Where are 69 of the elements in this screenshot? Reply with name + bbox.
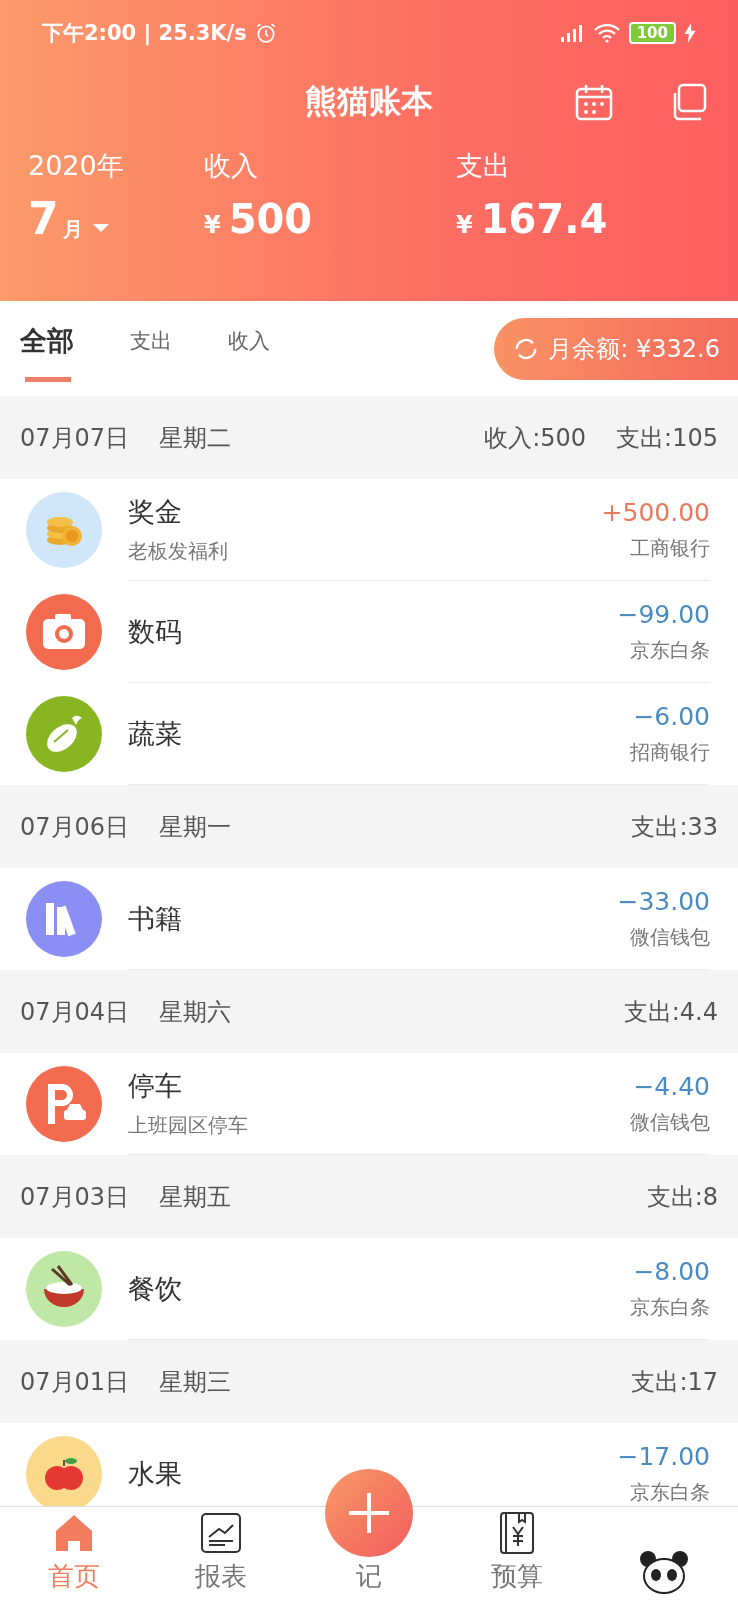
account-name: 京东白条 [630,1478,710,1506]
day-weekday: 星期五 [159,1181,232,1213]
day-date: 07月03日 [20,1181,130,1213]
account-name: 招商银行 [630,738,710,766]
day-total: 支出:8 [646,1181,718,1213]
summary-amount: ¥ 167.4 [456,195,609,244]
alarm-icon [254,22,277,44]
summary-label: 支出 [456,149,511,183]
nav-tab[interactable]: 报表 [147,1507,296,1600]
filter-tab[interactable]: 收入 [228,319,282,378]
filter-tab[interactable]: 支出 [130,319,184,378]
parking-icon [26,1066,102,1142]
entry-amount: −6.00 [633,701,710,731]
day-total: 收入:500 [484,422,587,454]
year-label: 2020年 [28,149,125,183]
summary-label: 收入 [204,149,259,183]
app-title: 熊猫账本 [305,81,433,122]
battery-indicator: 100 [628,22,676,44]
vegetable-icon [26,696,102,772]
category-name: 书籍 [128,901,182,936]
wifi-icon [592,22,621,44]
day-weekday: 星期六 [159,996,232,1028]
account-name: 京东白条 [630,1293,710,1321]
account-name: 微信钱包 [630,1108,710,1136]
account-name: 微信钱包 [630,923,710,951]
charging-icon [684,23,696,43]
day-total: 支出:105 [616,422,718,454]
nav-tab[interactable]: 预算 [442,1507,591,1600]
filter-tab[interactable]: 全部 [20,315,86,382]
day-total: 支出:4.4 [623,996,718,1028]
day-date: 07月06日 [20,811,130,843]
calendar-icon[interactable] [574,82,614,122]
day-weekday: 星期三 [159,1366,232,1398]
caret-icon [92,224,109,232]
day-date: 07月01日 [20,1366,130,1398]
entry-note: 老板发福利 [128,538,228,565]
chart-icon [199,1511,244,1555]
camera-icon [26,594,102,670]
status-time: 下午2:00 | 25.3K/s [42,20,247,47]
balance-text: 月余额: ¥332.6 [548,333,720,365]
account-name: 工商银行 [630,534,710,562]
books-icon [26,881,102,957]
panda-icon [639,1550,690,1594]
add-entry-button[interactable]: 记 [295,1465,443,1600]
coins-icon [26,492,102,568]
day-weekday: 星期一 [159,811,232,843]
fruit-icon [26,1436,102,1506]
food-icon [26,1251,102,1327]
entry-amount: −8.00 [633,1256,710,1286]
day-date: 07月07日 [20,422,130,454]
entry-note: 上班园区停车 [128,1112,248,1139]
entry-amount: −33.00 [617,886,710,916]
nav-tab[interactable]: 首页 [0,1507,148,1600]
day-weekday: 星期二 [159,422,232,454]
category-name: 停车 [128,1069,183,1103]
entry-amount: −17.00 [617,1441,710,1471]
category-name: 水果 [128,1456,182,1491]
category-name: 数码 [128,614,182,649]
entry-amount: −4.40 [633,1071,710,1101]
category-name: 蔬菜 [128,716,182,751]
account-name: 京东白条 [630,636,710,664]
category-name: 奖金 [128,495,183,529]
entry-amount: +500.00 [601,497,710,527]
day-date: 07月04日 [20,996,130,1028]
category-name: 餐饮 [128,1271,182,1306]
entry-amount: −99.00 [617,599,710,629]
day-total: 支出:17 [631,1366,718,1398]
day-total: 支出:33 [631,811,718,843]
summary-amount: ¥ 500 [204,195,314,244]
